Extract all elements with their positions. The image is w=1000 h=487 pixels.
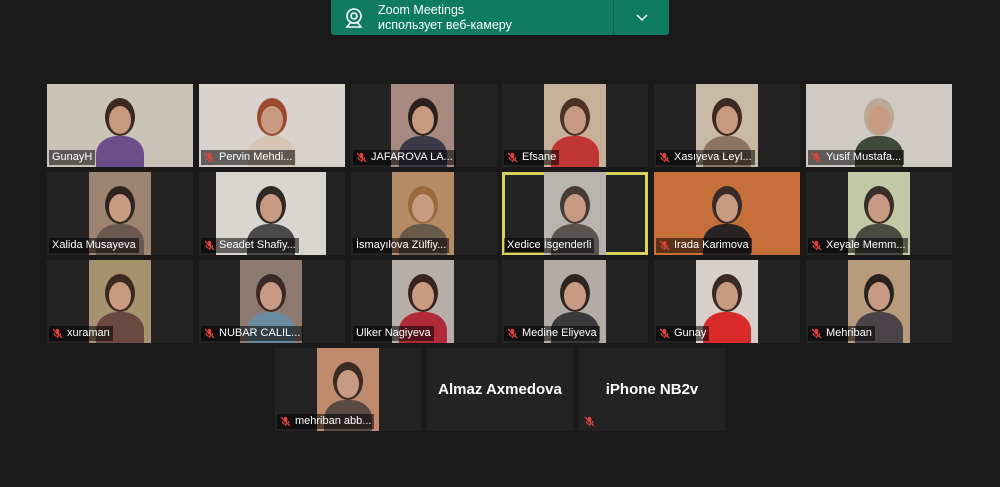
participant-tile[interactable]: Seadet Shafiy... [199,172,345,255]
participant-name: JAFAROVA LA... [371,151,453,163]
participant-name-label: Pervin Mehdi... [201,150,296,165]
participant-tile[interactable]: mehriban abb... [275,348,421,431]
participant-tile[interactable]: iPhone NB2v [579,348,725,431]
participant-name: Gunay [674,327,707,339]
muted-mic-icon [659,328,670,339]
participant-name-label: Ulker Nagiyeva [353,326,434,341]
participant-name-label: İsmayılova Zülfiy... [353,238,450,253]
participant-name: Irada Karimova [674,239,749,251]
participant-name-label: Seadet Shafiy... [201,238,299,253]
participant-name-label: Mehriban [808,326,875,341]
participant-name: Yusif Mustafa... [826,151,902,163]
participant-display-name: Almaz Axmedova [438,381,562,398]
participant-name-label: Irada Karimova [656,238,752,253]
participant-tile[interactable]: Efsane [502,84,648,167]
participant-tile[interactable]: Mehriban [806,260,952,343]
participant-name-label: GunayH [49,150,96,165]
participant-name: Medine Eliyeva [522,327,597,339]
participant-name: Efsane [522,151,557,163]
webcam-notification[interactable]: Zoom Meetings использует веб-камеру [331,0,669,35]
participant-tile[interactable]: Yusif Mustafa... [806,84,952,167]
participant-name: İsmayılova Zülfiy... [356,239,447,251]
participant-name-label: Xeyale Memm... [808,238,909,253]
participant-tile[interactable]: GunayH [47,84,193,167]
participant-tile[interactable]: Xalida Musayeva [47,172,193,255]
muted-mic-icon [811,240,822,251]
notification-message: использует веб-камеру [378,17,512,32]
muted-mic-icon [204,152,215,163]
muted-mic-icon [659,240,670,251]
participant-name: Xeyale Memm... [826,239,906,251]
participant-name: Xasıyeva Leyl... [674,151,752,163]
participant-name-label: Yusif Mustafa... [808,150,905,165]
muted-mic-icon [659,152,670,163]
participant-tile[interactable]: xuraman [47,260,193,343]
participant-name-label [581,414,602,429]
muted-mic-icon [204,328,215,339]
participant-tile[interactable]: NUBAR CALIL... [199,260,345,343]
muted-mic-icon [52,328,63,339]
participant-name: GunayH [52,151,93,163]
muted-mic-icon [507,152,518,163]
participant-name: NUBAR CALIL... [219,327,301,339]
participant-tile[interactable]: Gunay [654,260,800,343]
participant-name-label: Gunay [656,326,710,341]
participant-tile[interactable]: İsmayılova Zülfiy... [351,172,497,255]
participant-name-label: Efsane [504,150,560,165]
participant-tile[interactable]: Ulker Nagiyeva [351,260,497,343]
participant-name-label: xuraman [49,326,113,341]
muted-mic-icon [584,416,595,427]
muted-mic-icon [507,328,518,339]
muted-mic-icon [204,240,215,251]
participant-name-label: Xalida Musayeva [49,238,139,253]
muted-mic-icon [280,416,291,427]
participant-name: Xedice İsgenderli [507,239,592,251]
participant-name: Pervin Mehdi... [219,151,293,163]
participant-name: Mehriban [826,327,872,339]
participant-name-label: JAFAROVA LA... [353,150,456,165]
webcam-icon [342,6,366,30]
participant-tile[interactable]: Xasıyeva Leyl... [654,84,800,167]
participant-name: mehriban abb... [295,415,372,427]
participant-tile[interactable]: Irada Karimova [654,172,800,255]
participant-tile[interactable]: Almaz Axmedova [427,348,573,431]
participant-name: xuraman [67,327,110,339]
participant-name: Xalida Musayeva [52,239,136,251]
participant-name-label: Xedice İsgenderli [504,238,595,253]
participant-name-label: Xasıyeva Leyl... [656,150,755,165]
participant-name-label: mehriban abb... [277,414,375,429]
participant-name-label: Medine Eliyeva [504,326,600,341]
muted-mic-icon [356,152,367,163]
participant-tile[interactable]: Medine Eliyeva [502,260,648,343]
participant-tile[interactable]: JAFAROVA LA... [351,84,497,167]
participant-name: Seadet Shafiy... [219,239,296,251]
muted-mic-icon [811,152,822,163]
participant-tile[interactable]: Pervin Mehdi... [199,84,345,167]
participant-tile[interactable]: Xeyale Memm... [806,172,952,255]
participant-tile[interactable]: Xedice İsgenderli [502,172,648,255]
chevron-down-icon[interactable] [614,0,669,35]
muted-mic-icon [811,328,822,339]
participant-name: Ulker Nagiyeva [356,327,431,339]
participant-name-label: NUBAR CALIL... [201,326,304,341]
notification-app-name: Zoom Meetings [378,2,465,17]
